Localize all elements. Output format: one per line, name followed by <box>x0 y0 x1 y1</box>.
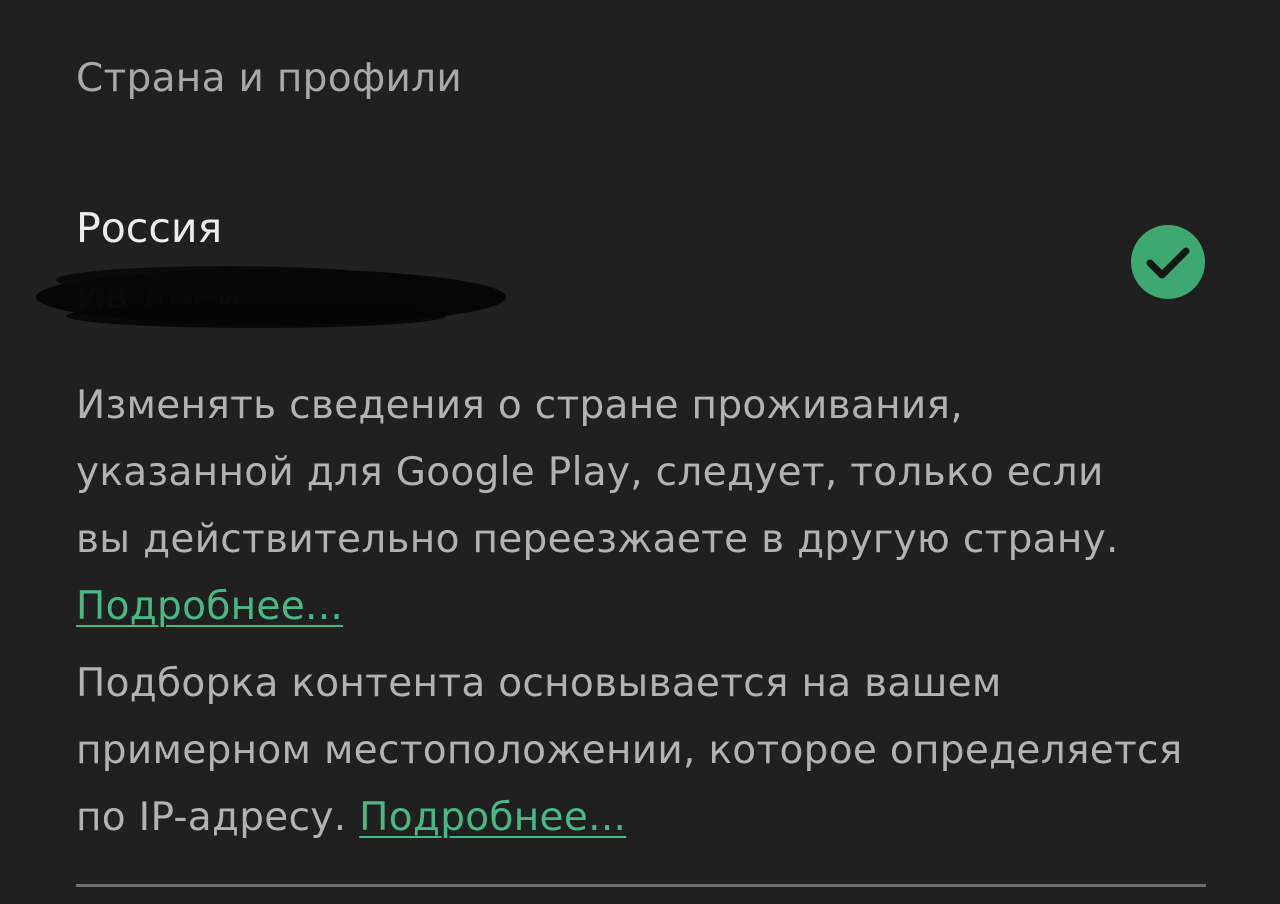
country-profiles-page: Страна и профили Россия Ив дрей Изменять… <box>0 0 1280 904</box>
country-row-russia[interactable]: Россия Ив дрей <box>36 200 1206 328</box>
content-selection-info: Подборка контента основывается на вашем … <box>76 650 1226 851</box>
country-change-info: Изменять сведения о стране проживания, у… <box>76 372 1226 640</box>
profile-name: Ив дрей <box>76 274 242 319</box>
info-line: примерном местоположении, которое опреде… <box>76 728 1183 773</box>
check-circle-icon <box>1131 225 1205 299</box>
info-line: Подборка контента основывается на вашем <box>76 661 1002 706</box>
info-line: указанной для Google Play, следует, толь… <box>76 450 1104 495</box>
country-name: Россия <box>76 204 223 252</box>
section-title: Страна и профили <box>76 56 463 101</box>
learn-more-link-ip[interactable]: Подробнее... <box>359 795 626 840</box>
learn-more-link[interactable]: Подробнее... <box>76 584 343 629</box>
info-line-prefix: по IP-адресу. <box>76 795 347 840</box>
divider <box>76 884 1206 887</box>
info-line: Изменять сведения о стране проживания, <box>76 383 964 428</box>
info-line: вы действительно переезжаете в другую ст… <box>76 517 1119 562</box>
